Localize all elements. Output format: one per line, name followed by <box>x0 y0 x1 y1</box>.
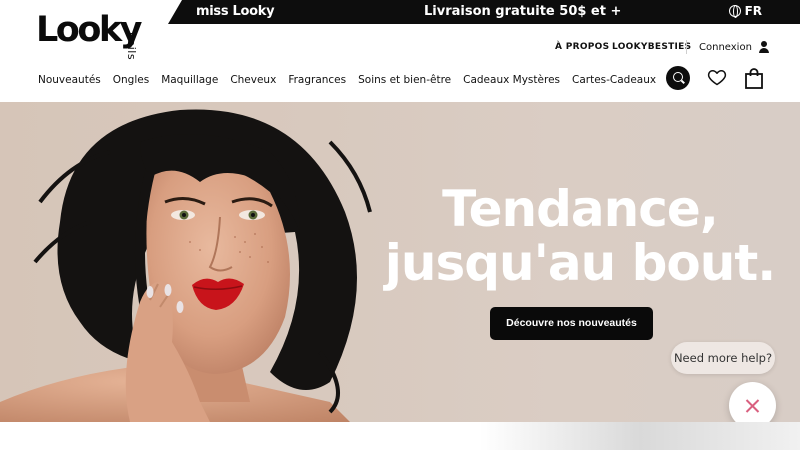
main-nav: Nouveautés Ongles Maquillage Cheveux Fra… <box>38 74 656 86</box>
user-icon <box>758 41 770 54</box>
globe-icon <box>728 5 741 18</box>
promo-text[interactable]: Livraison gratuite 50$ et + <box>424 4 621 19</box>
nav-item-cartes-cadeaux[interactable]: Cartes-Cadeaux <box>572 74 656 86</box>
about-link[interactable]: À PROPOS <box>555 42 609 52</box>
next-section-preview <box>0 422 800 450</box>
hero-title: Tendance, jusqu'au bout. <box>380 182 780 290</box>
hero-title-line-1: Tendance, <box>442 180 719 238</box>
site-logo[interactable]: Looky nails <box>36 10 142 60</box>
language-selector[interactable]: FR <box>728 4 762 18</box>
lookybesties-link[interactable]: LOOKYBESTIES <box>612 42 691 52</box>
nav-item-ongles[interactable]: Ongles <box>113 74 149 86</box>
nav-item-cadeaux-mysteres[interactable]: Cadeaux Mystères <box>463 74 560 86</box>
login-link[interactable]: Connexion <box>699 41 770 54</box>
heart-icon[interactable] <box>707 67 727 87</box>
nav-item-maquillage[interactable]: Maquillage <box>161 74 218 86</box>
discover-new-arrivals-button[interactable]: Découvre nos nouveautés <box>490 307 653 340</box>
hero-banner: Tendance, jusqu'au bout. Découvre nos no… <box>0 102 800 422</box>
hero-title-line-2: jusqu'au bout. <box>384 234 777 292</box>
hero-model-image <box>0 109 372 422</box>
nav-item-nouveautes[interactable]: Nouveautés <box>38 74 101 86</box>
login-label: Connexion <box>699 42 752 53</box>
utility-divider <box>686 40 687 54</box>
search-icon[interactable] <box>666 66 690 90</box>
promo-bar: miss Looky Livraison gratuite 50$ et + F… <box>168 0 800 24</box>
shopping-bag-icon[interactable] <box>744 68 764 89</box>
chat-help-bubble[interactable]: Need more help? <box>671 342 775 374</box>
logo-subtitle: nails <box>125 32 138 61</box>
promo-brand-logo[interactable]: miss Looky <box>196 4 275 19</box>
nav-item-soins[interactable]: Soins et bien-être <box>358 74 451 86</box>
nav-item-cheveux[interactable]: Cheveux <box>230 74 276 86</box>
nav-item-fragrances[interactable]: Fragrances <box>288 74 346 86</box>
language-label: FR <box>744 4 762 18</box>
